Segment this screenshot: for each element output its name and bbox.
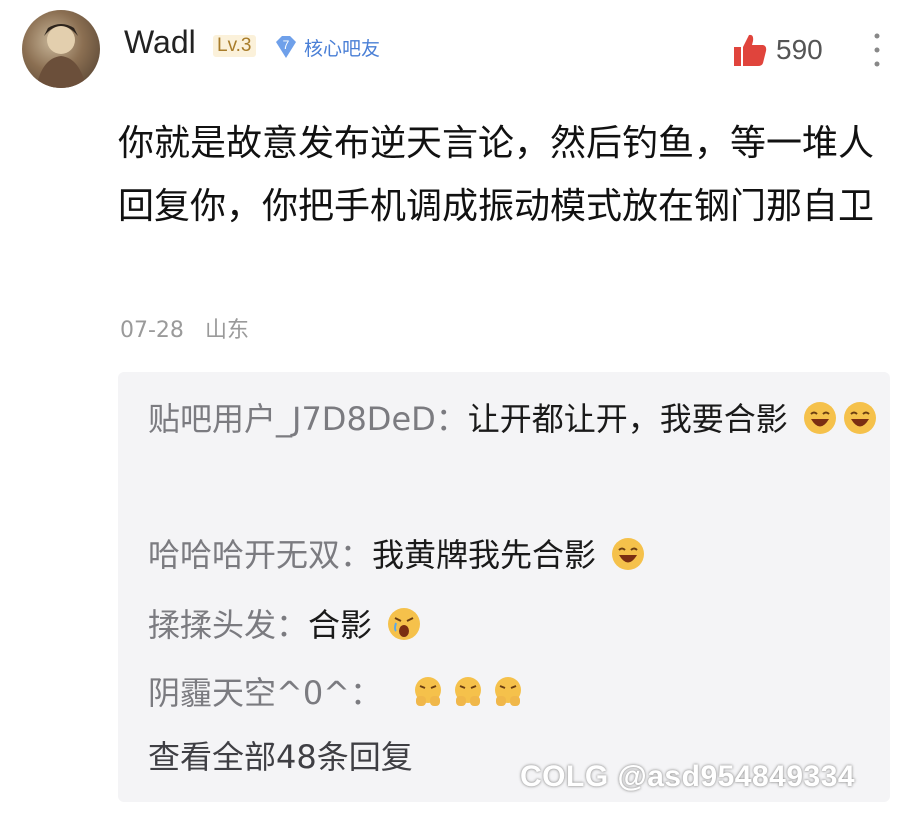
username[interactable]: Wadl [124, 24, 196, 61]
reply-content: 合影 [308, 606, 373, 644]
diamond-rank-icon: 7 [276, 36, 296, 58]
like-count: 590 [776, 34, 823, 65]
laugh-emoji-icon [843, 402, 876, 434]
reply-item[interactable]: 贴吧用户_J7D8DeD：让开都让开，我要合影 [148, 388, 878, 451]
laugh-emoji-icon [612, 538, 645, 570]
reply-content: 让开都让开，我要合影 [467, 400, 788, 438]
thumbs-up-icon [734, 34, 767, 66]
reply-item[interactable]: 阴霾天空^0^： [148, 662, 878, 725]
like-button[interactable]: 590 [730, 30, 823, 70]
reply-item[interactable]: 揉揉头发：合影 [148, 594, 878, 657]
cry-emoji-icon [388, 608, 421, 640]
rank-number: 7 [283, 38, 290, 52]
laugh-emoji-icon [803, 402, 836, 434]
view-all-replies-link[interactable]: 查看全部48条回复 [148, 732, 413, 778]
rank-badge: 7 核心吧友 [272, 34, 380, 60]
avatar[interactable] [22, 10, 100, 88]
fist-emoji-icon [455, 677, 482, 706]
rank-title: 核心吧友 [304, 37, 381, 60]
post-meta: 07-28 山东 [120, 312, 263, 344]
reply-author[interactable]: 哈哈哈开无双： [148, 536, 372, 574]
reply-author[interactable]: 贴吧用户_J7D8DeD： [148, 400, 468, 438]
reply-author[interactable]: 阴霾天空^0^： [148, 674, 382, 712]
fist-emoji-icon [495, 677, 522, 706]
reply-author[interactable]: 揉揉头发： [148, 606, 308, 644]
post-date: 07-28 [120, 318, 184, 343]
post-content: 你就是故意发布逆天言论，然后钓鱼，等一堆人回复你，你把手机调成振动模式放在钢门那… [118, 123, 875, 227]
post-location: 山东 [204, 318, 249, 343]
fist-emoji-icon [415, 677, 442, 706]
level-badge: Lv.3 [213, 35, 256, 57]
more-options-icon[interactable] [868, 30, 886, 70]
watermark: COLG @asd954849334 [520, 760, 856, 793]
reply-item[interactable]: 哈哈哈开无双：我黄牌我先合影 [148, 524, 878, 587]
reply-content: 我黄牌我先合影 [372, 536, 597, 574]
